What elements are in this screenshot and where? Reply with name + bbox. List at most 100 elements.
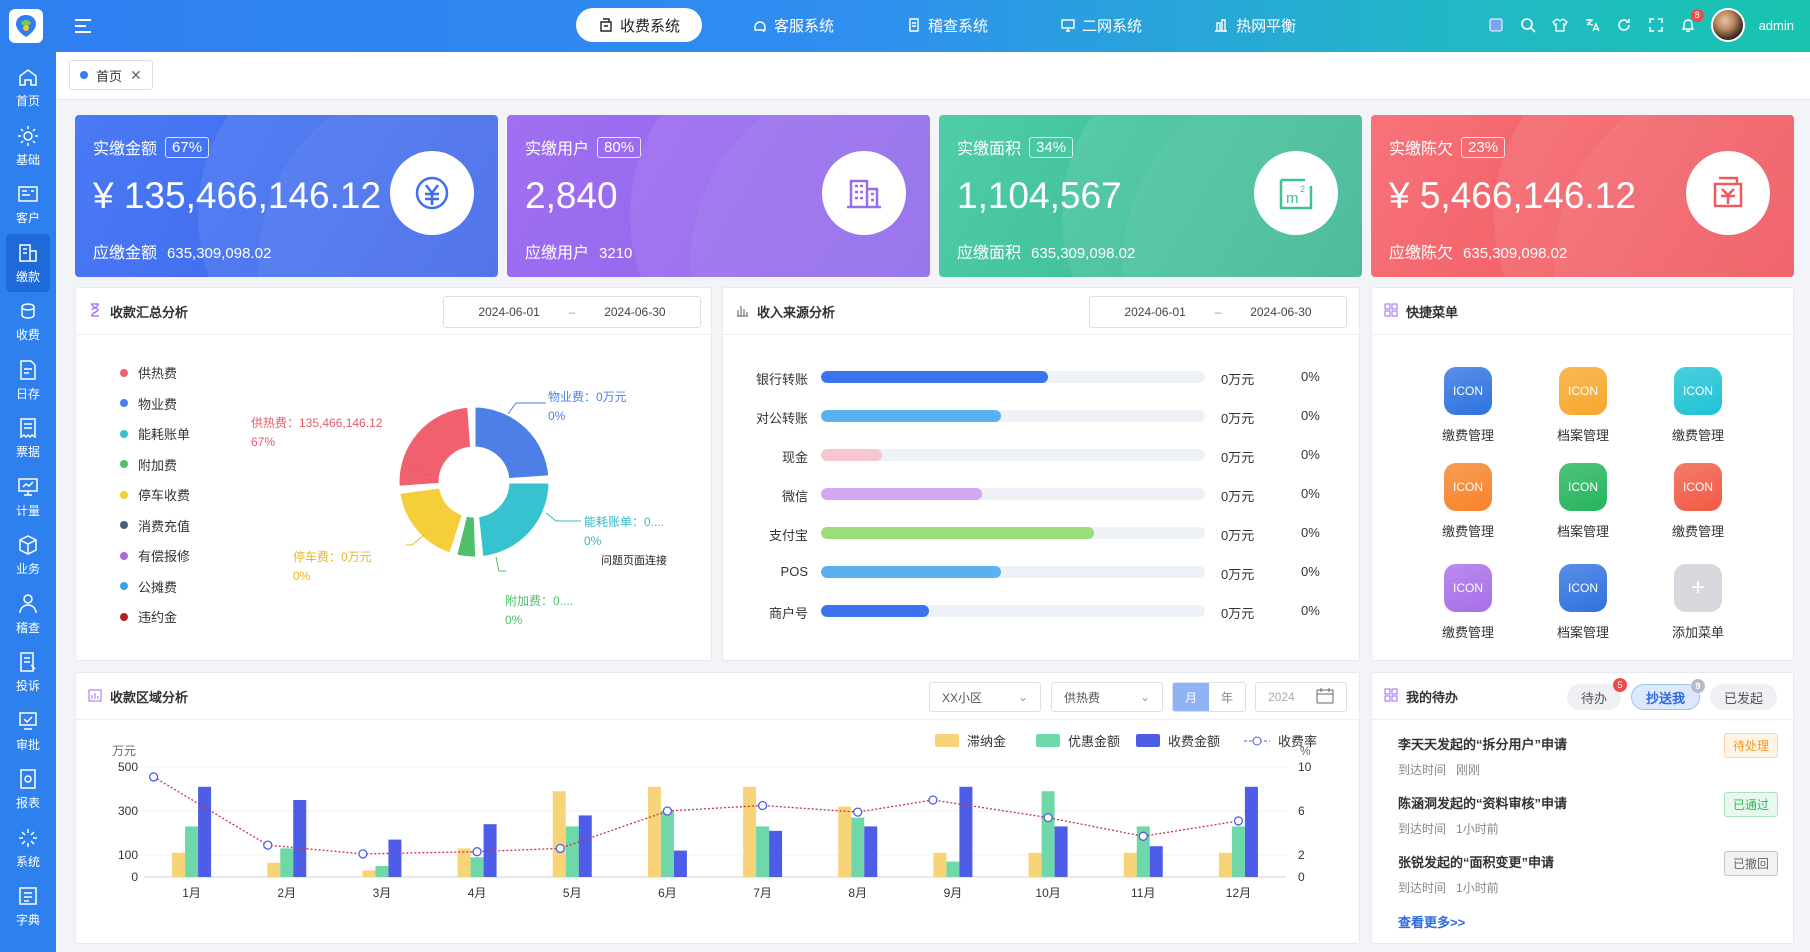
bar-滞纳金[interactable] (743, 786, 757, 877)
rate-point[interactable] (1043, 812, 1053, 823)
sidebar-item-14[interactable]: 字典 (0, 877, 56, 936)
sidebar-item-5[interactable]: 日存 (0, 351, 56, 410)
bar-滞纳金[interactable] (1028, 852, 1042, 877)
bar-收费金额[interactable] (769, 830, 783, 877)
bar-滞纳金[interactable] (838, 806, 852, 877)
sidebar-item-9[interactable]: 稽查 (0, 585, 56, 644)
income-row[interactable]: 现金 0万元 0% (723, 445, 1323, 465)
rate-point[interactable] (928, 795, 938, 805)
bar-优惠金额[interactable] (756, 826, 770, 877)
rate-point[interactable] (1138, 831, 1148, 841)
bar-收费金额[interactable] (388, 839, 402, 877)
summary-date-range[interactable]: 2024-06-01 – 2024-06-30 (443, 296, 701, 328)
bar-收费金额[interactable] (673, 850, 687, 877)
donut-segment-property[interactable] (472, 404, 552, 482)
rate-point[interactable] (358, 849, 368, 859)
income-date-range[interactable]: 2024-06-01 – 2024-06-30 (1089, 296, 1347, 328)
stat-card-2[interactable]: 实缴面积 34% 1,104,567 应缴面积 635,309,098.02 m 2 (939, 115, 1362, 277)
rate-point[interactable] (853, 807, 863, 817)
todo-item[interactable]: 李天天发起的“拆分用户”申请 到达时间 刚刚 待处理 (1398, 733, 1778, 778)
bar-优惠金额[interactable] (470, 857, 484, 877)
income-row[interactable]: 微信 0万元 0% (723, 484, 1323, 504)
year-picker[interactable]: 2024 (1255, 682, 1347, 712)
fullscreen-icon[interactable] (1647, 16, 1665, 34)
donut-segment-energy[interactable] (476, 480, 552, 560)
problem-link[interactable]: 问题页面连接 (601, 552, 667, 568)
quick-menu-item[interactable]: ICON 缴费管理 (1658, 367, 1738, 444)
bar-优惠金额[interactable] (185, 826, 199, 877)
refresh-icon[interactable] (1615, 16, 1633, 34)
income-row[interactable]: 银行转账 0万元 0% (723, 367, 1323, 387)
quick-menu-item[interactable]: ICON 缴费管理 (1658, 463, 1738, 540)
theme-icon[interactable] (1487, 16, 1505, 34)
bar-优惠金额[interactable] (660, 811, 674, 877)
username[interactable]: admin (1759, 18, 1794, 33)
system-tab-3[interactable]: 二网系统 (1038, 8, 1164, 42)
rate-point[interactable] (555, 843, 565, 854)
tab-home[interactable]: 首页 ✕ (69, 60, 153, 90)
rate-point[interactable] (472, 847, 482, 857)
sidebar-item-11[interactable]: 审批 (0, 702, 56, 761)
bar-滞纳金[interactable] (552, 791, 566, 877)
bar-收费金额[interactable] (1054, 826, 1068, 877)
rate-point[interactable] (757, 800, 768, 811)
period-month-button[interactable]: 月 (1173, 683, 1209, 711)
bar-优惠金额[interactable] (851, 817, 865, 877)
bar-滞纳金[interactable] (362, 870, 376, 877)
sidebar-item-3[interactable]: 缴款 (6, 233, 50, 292)
bar-收费金额[interactable] (1149, 846, 1163, 877)
quick-menu-item[interactable]: ICON 档案管理 (1543, 367, 1623, 444)
view-more-link[interactable]: 查看更多>> (1398, 912, 1465, 931)
sidebar-item-2[interactable]: 客户 (0, 175, 56, 234)
rate-point[interactable] (1233, 816, 1244, 826)
income-row[interactable]: POS 0万元 0% (723, 562, 1323, 582)
income-row[interactable]: 支付宝 0万元 0% (723, 523, 1323, 543)
bar-收费金额[interactable] (293, 800, 307, 877)
todo-tab-0[interactable]: 待办 5 (1566, 678, 1627, 710)
fee-select[interactable]: 供热费 ⌄ (1051, 682, 1163, 712)
sidebar-item-1[interactable]: 基础 (0, 117, 56, 176)
todo-tab-2[interactable]: 已发起 (1709, 684, 1777, 710)
bar-滞纳金[interactable] (1218, 852, 1232, 877)
quick-menu-item[interactable]: ICON 缴费管理 (1428, 463, 1508, 540)
stat-card-0[interactable]: 实缴金额 67% ¥ 135,466,146.12 应缴金额 635,309,098.0… (75, 115, 498, 277)
area-select[interactable]: XX小区 ⌄ (929, 682, 1041, 712)
todo-item[interactable]: 陈涵洞发起的“资料审核”申请 到达时间 1小时前 已通过 (1398, 792, 1778, 837)
bar-收费金额[interactable] (578, 815, 592, 877)
todo-tab-1[interactable]: 抄送我 9 (1630, 679, 1705, 710)
sidebar-item-8[interactable]: 业务 (0, 526, 56, 585)
bar-滞纳金[interactable] (457, 848, 471, 877)
todo-item[interactable]: 张锐发起的“面积变更”申请 到达时间 1小时前 已撤回 (1398, 851, 1778, 896)
quick-menu-item[interactable]: + 添加菜单 (1658, 564, 1738, 641)
logo[interactable] (9, 9, 43, 43)
system-tab-0[interactable]: 收费系统 (576, 8, 703, 42)
rate-point[interactable] (662, 806, 673, 816)
quick-menu-item[interactable]: ICON 档案管理 (1543, 564, 1623, 641)
shirt-icon[interactable] (1551, 16, 1569, 34)
bar-收费金额[interactable] (198, 786, 212, 877)
bar-滞纳金[interactable] (933, 852, 947, 877)
bar-优惠金额[interactable] (1041, 791, 1055, 877)
bell-icon[interactable]: 8 (1679, 9, 1704, 34)
stat-card-3[interactable]: 实缴陈欠 23% ¥ 5,466,146.12 应缴陈欠 635,309,098.02 (1371, 115, 1794, 277)
system-tab-1[interactable]: 客服系统 (730, 8, 856, 42)
stat-card-1[interactable]: 实缴用户 80% 2,840 应缴用户 3210 (507, 115, 930, 277)
search-icon[interactable] (1519, 16, 1537, 34)
bar-收费金额[interactable] (1244, 786, 1258, 877)
bar-优惠金额[interactable] (280, 848, 294, 877)
system-tab-2[interactable]: 稽查系统 (884, 8, 1010, 42)
quick-menu-item[interactable]: ICON 缴费管理 (1428, 564, 1508, 641)
system-tab-4[interactable]: 热网平衡 (1192, 8, 1318, 42)
sidebar-item-0[interactable]: 首页 (0, 58, 56, 117)
quick-menu-item[interactable]: ICON 档案管理 (1543, 463, 1623, 540)
bar-滞纳金[interactable] (647, 786, 661, 877)
rate-point[interactable] (263, 840, 273, 850)
translate-icon[interactable] (1583, 16, 1601, 34)
period-year-button[interactable]: 年 (1209, 683, 1245, 711)
income-row[interactable]: 商户号 0万元 0% (723, 601, 1323, 621)
sidebar-item-6[interactable]: 票据 (0, 409, 56, 468)
donut-segment-heat[interactable] (396, 404, 474, 489)
donut-segment-parking[interactable] (397, 485, 465, 556)
bar-滞纳金[interactable] (267, 862, 281, 877)
bar-优惠金额[interactable] (565, 826, 579, 877)
